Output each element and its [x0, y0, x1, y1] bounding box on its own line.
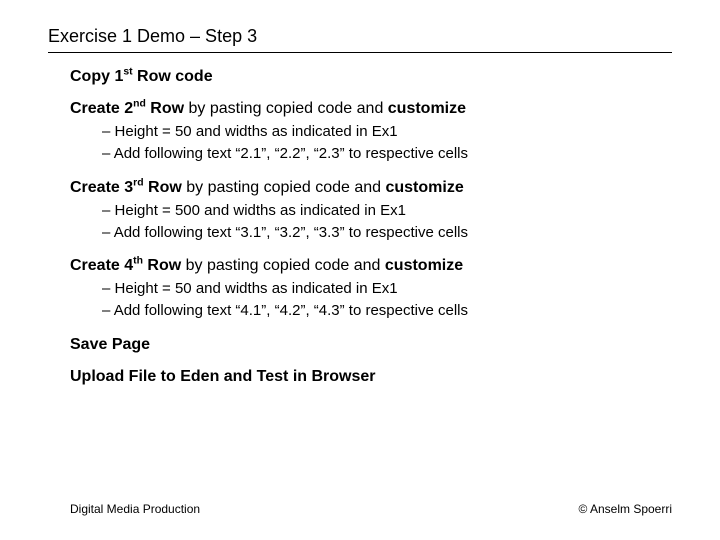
text: Row [144, 179, 182, 196]
text: by pasting copied code and [184, 100, 388, 117]
text: by pasting copied code and [181, 257, 385, 274]
ordinal-suffix: rd [133, 177, 143, 188]
slide: Exercise 1 Demo – Step 3 Copy 1st Row co… [0, 0, 720, 540]
section-head: Save Page [70, 336, 670, 354]
text: by pasting copied code and [182, 179, 386, 196]
footer-right: © Anselm Spoerri [578, 502, 672, 516]
text: Row code [133, 68, 213, 85]
bullet-item: Add following text “4.1”, “4.2”, “4.3” t… [102, 301, 670, 321]
section-upload: Upload File to Eden and Test in Browser [70, 368, 670, 386]
section-head: Copy 1st Row code [70, 68, 670, 86]
section-save: Save Page [70, 336, 670, 354]
slide-body: Copy 1st Row code Create 2nd Row by past… [70, 68, 670, 400]
bullet-list: Height = 50 and widths as indicated in E… [70, 122, 670, 165]
bullet-item: Height = 50 and widths as indicated in E… [102, 122, 670, 142]
text: Save Page [70, 336, 150, 353]
section-copy-row: Copy 1st Row code [70, 68, 670, 86]
text: Row [143, 257, 181, 274]
section-head: Upload File to Eden and Test in Browser [70, 368, 670, 386]
section-head: Create 4th Row by pasting copied code an… [70, 257, 670, 275]
slide-title: Exercise 1 Demo – Step 3 [48, 26, 257, 47]
ordinal-suffix: st [123, 67, 132, 78]
ordinal-suffix: th [133, 256, 143, 267]
section-row-3: Create 3rd Row by pasting copied code an… [70, 179, 670, 244]
text: Copy 1 [70, 68, 123, 85]
text: customize [385, 179, 463, 196]
text: Row [146, 100, 184, 117]
text: Create 3 [70, 179, 133, 196]
text: customize [385, 257, 463, 274]
footer-left: Digital Media Production [70, 502, 200, 516]
bullet-list: Height = 50 and widths as indicated in E… [70, 279, 670, 322]
section-row-2: Create 2nd Row by pasting copied code an… [70, 100, 670, 165]
bullet-item: Add following text “2.1”, “2.2”, “2.3” t… [102, 144, 670, 164]
ordinal-suffix: nd [133, 99, 146, 110]
text: Upload File to Eden and Test in Browser [70, 368, 376, 385]
bullet-list: Height = 500 and widths as indicated in … [70, 201, 670, 244]
bullet-item: Height = 50 and widths as indicated in E… [102, 279, 670, 299]
section-head: Create 2nd Row by pasting copied code an… [70, 100, 670, 118]
bullet-item: Add following text “3.1”, “3.2”, “3.3” t… [102, 223, 670, 243]
bullet-item: Height = 500 and widths as indicated in … [102, 201, 670, 221]
section-row-4: Create 4th Row by pasting copied code an… [70, 257, 670, 322]
text: customize [388, 100, 466, 117]
section-head: Create 3rd Row by pasting copied code an… [70, 179, 670, 197]
text: Create 4 [70, 257, 133, 274]
text: Create 2 [70, 100, 133, 117]
title-underline [48, 52, 672, 53]
